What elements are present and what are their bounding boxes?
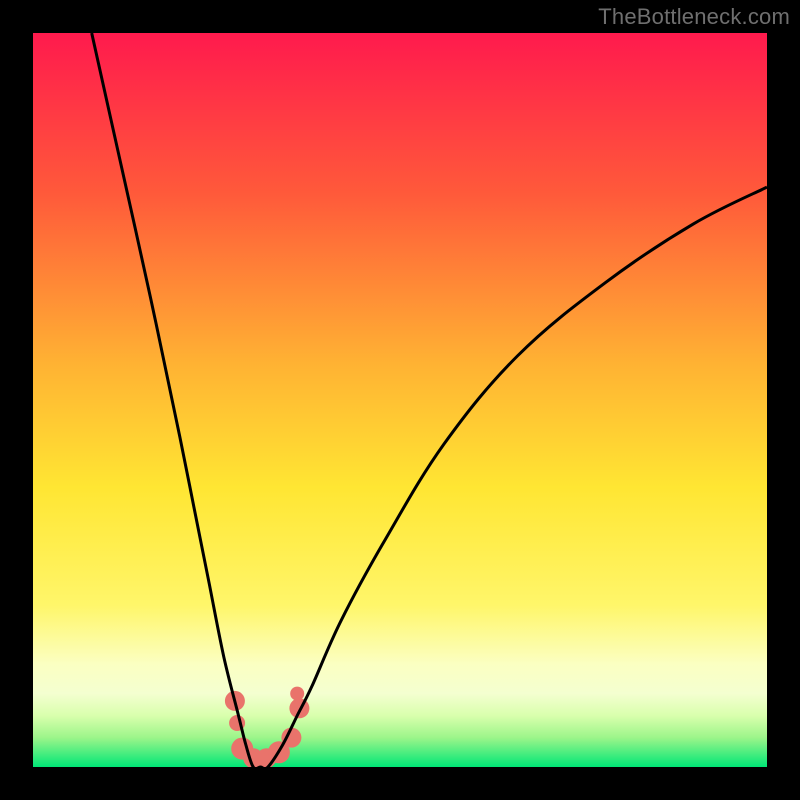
plot-area (33, 33, 767, 767)
watermark-text: TheBottleneck.com (598, 4, 790, 30)
chart-frame: TheBottleneck.com (0, 0, 800, 800)
marker-dot (290, 687, 304, 701)
chart-svg (33, 33, 767, 767)
gradient-background (33, 33, 767, 767)
